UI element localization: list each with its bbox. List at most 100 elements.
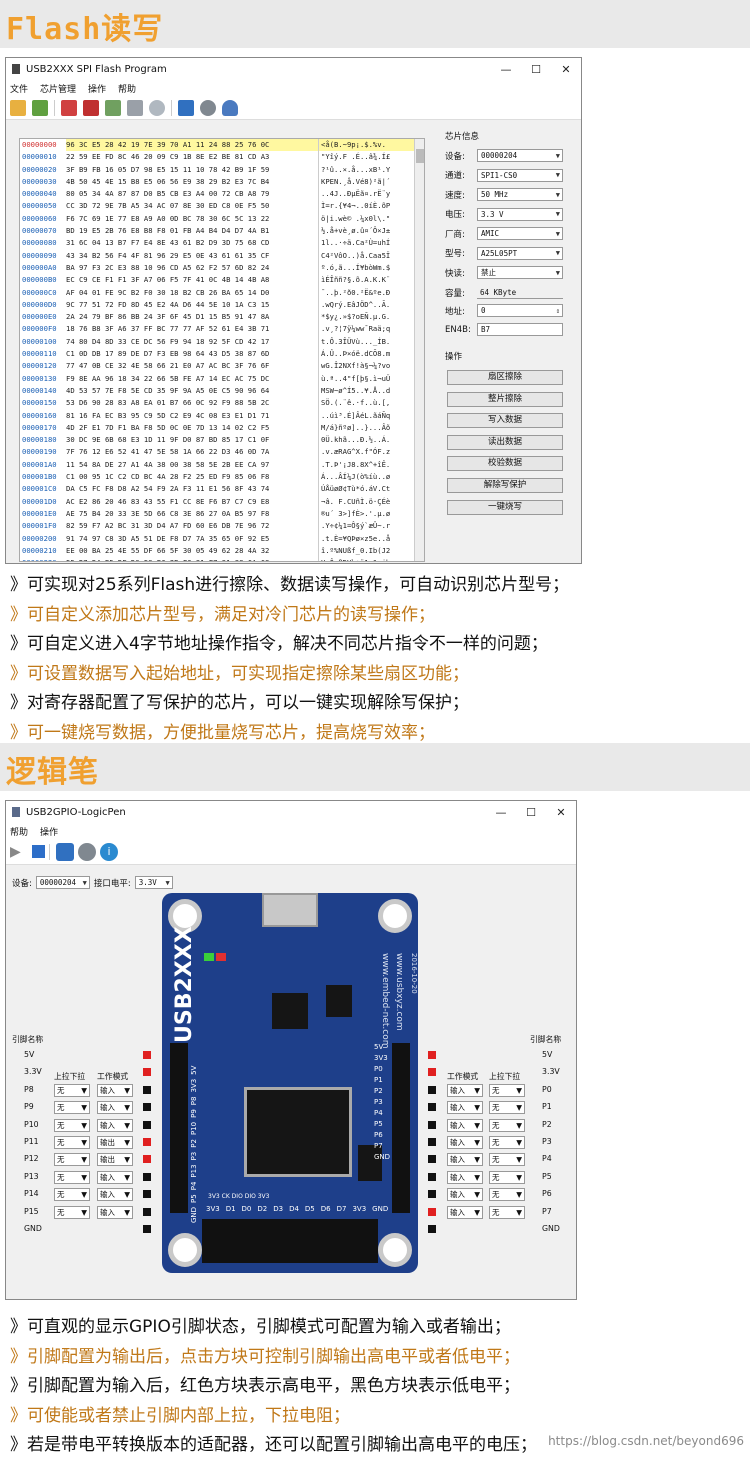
pin-state-square[interactable]	[143, 1207, 151, 1216]
hex-row[interactable]: 00000020 3F B9 FB 16 05 D7 98 E5 15 11 10…	[20, 163, 424, 176]
pin-pull-select[interactable]: 无 ▼	[54, 1205, 94, 1219]
hex-row[interactable]: 00000010 22 59 EE FD 8C 46 20 09 C9 1B 8E…	[20, 151, 424, 164]
pin-mode-select[interactable]: 输入 ▼	[447, 1101, 487, 1115]
pin-state-square[interactable]	[143, 1120, 151, 1129]
hex-row[interactable]: 00000160 81 16 FA EC B3 95 C9 5D C2 E9 4C…	[20, 409, 424, 422]
pin-mode-select[interactable]: 输入 ▼	[447, 1153, 487, 1167]
pin-state-square[interactable]	[428, 1085, 436, 1094]
op-button[interactable]: 解除写保护	[447, 478, 563, 493]
pin-state-square[interactable]	[143, 1155, 151, 1164]
hex-row[interactable]: 000001D0 AC E2 86 20 46 83 43 55 F1 CC 8E…	[20, 495, 424, 508]
hex-row[interactable]: 00000060 F6 7C 69 1E 77 E8 A9 A0 0D BC 78…	[20, 212, 424, 226]
hex-row[interactable]: 00000180 30 DC 9E 6B 68 E3 1D 11 9F D0 87…	[20, 434, 424, 447]
field-select[interactable]: 禁止 ▼	[477, 266, 563, 279]
pin-state-square[interactable]	[143, 1138, 151, 1146]
user-icon[interactable]	[222, 99, 238, 116]
hex-row[interactable]: 00000210 EE 00 BA 25 4E 55 DF 66 5F 30 05…	[20, 544, 424, 558]
pin-mode-select[interactable]: 输入 ▼	[447, 1118, 487, 1132]
pin-pull-select[interactable]: 无 ▼	[54, 1136, 94, 1149]
menu-help[interactable]: 帮助	[118, 82, 136, 95]
close-button[interactable]: ✕	[551, 63, 581, 76]
hex-row[interactable]: 00000090 43 34 B2 56 F4 4F 81 96 29 E5 0E…	[20, 249, 424, 262]
hex-row[interactable]: 00000000 96 3C E5 28 42 19 7E 39 70 A1 11…	[20, 139, 424, 152]
device-select[interactable]: 00000204 ▼	[35, 876, 90, 889]
pin-pull-select[interactable]: 无 ▼	[54, 1188, 94, 1202]
pin-state-square[interactable]	[428, 1172, 436, 1181]
open-folder-icon[interactable]	[10, 99, 26, 116]
read-icon[interactable]	[127, 99, 143, 116]
stop-icon[interactable]	[32, 845, 45, 858]
maximize-button[interactable]: ☐	[521, 63, 551, 76]
hex-view[interactable]: 00000000 96 3C E5 28 42 19 7E 39 70 A1 11…	[19, 138, 425, 562]
play-icon[interactable]: ▶	[10, 843, 28, 861]
scroll-thumb[interactable]	[416, 149, 424, 163]
hex-row[interactable]: 000000D0 9C 77 51 72 FD 8D 45 E2 4A D6 44…	[20, 298, 424, 312]
hex-row[interactable]: 00000100 74 80 D4 8D 33 CE DC 56 F9 94 18…	[20, 335, 424, 349]
hex-row[interactable]: 00000130 F9 8E AA 96 18 34 22 66 5B FE A7…	[20, 372, 424, 385]
hex-row[interactable]: 00000150 53 D6 90 28 83 A8 EA 01 B7 66 0C…	[20, 397, 424, 410]
field-select[interactable]: A25L05PT ▼	[477, 246, 563, 260]
field-select[interactable]: 3.3 V ▼	[477, 207, 563, 221]
settings-gear-icon[interactable]	[78, 842, 96, 861]
hex-row[interactable]: 00000200 91 74 97 C8 3D A5 51 DE F8 D7 7A…	[20, 532, 424, 545]
pin-pull-select[interactable]: 无 ▼	[489, 1136, 529, 1149]
pin-state-square[interactable]	[143, 1051, 151, 1059]
en4b-input[interactable]: B7	[477, 323, 563, 336]
pin-pull-select[interactable]: 无 ▼	[489, 1170, 529, 1184]
verify-search-icon[interactable]	[149, 99, 165, 116]
refresh-icon[interactable]	[56, 842, 74, 861]
hex-row[interactable]: 00000110 C1 0D DB 17 89 DE D7 F3 EB 98 64…	[20, 348, 424, 361]
pin-state-square[interactable]	[143, 1103, 151, 1112]
close-button[interactable]: ✕	[546, 806, 576, 819]
hex-row[interactable]: 00000190 7F 76 12 E6 52 41 47 5E 58 1A 66…	[20, 446, 424, 459]
pin-pull-select[interactable]: 无 ▼	[54, 1153, 94, 1167]
hex-row[interactable]: 000001A0 11 54 8A DE 27 A1 4A 38 00 38 58…	[20, 458, 424, 472]
save-icon[interactable]	[32, 99, 48, 116]
pin-state-square[interactable]	[428, 1120, 436, 1129]
pin-state-square[interactable]	[428, 1051, 436, 1059]
field-select[interactable]: 00000204 ▼	[477, 149, 563, 162]
erase-sector-icon[interactable]	[61, 99, 77, 116]
menu-chip-manage[interactable]: 芯片管理	[40, 82, 76, 95]
field-select[interactable]: SPI1-CS0 ▼	[477, 168, 563, 182]
hex-row[interactable]: 000000F0 18 76 B8 3F A6 37 FF BC 77 77 AF…	[20, 323, 424, 336]
pin-state-square[interactable]	[428, 1103, 436, 1112]
menu-help[interactable]: 帮助	[10, 825, 28, 838]
pin-state-square[interactable]	[143, 1225, 151, 1233]
pin-pull-select[interactable]: 无 ▼	[54, 1101, 94, 1115]
maximize-button[interactable]: ☐	[516, 806, 546, 819]
hex-row[interactable]: 000000E0 2A 24 79 BF 86 BB 24 3F 6F 45 D1…	[20, 311, 424, 324]
pin-state-square[interactable]	[428, 1207, 436, 1216]
pin-pull-select[interactable]: 无 ▼	[54, 1118, 94, 1132]
write-icon[interactable]	[105, 99, 121, 116]
pin-pull-select[interactable]: 无 ▼	[489, 1153, 529, 1167]
hex-row[interactable]: 0000022055 D7 D4 B5 DF D0 59 BC 2B FC 31…	[20, 557, 424, 561]
field-select[interactable]: 50 MHz ▼	[477, 188, 563, 201]
hex-row[interactable]: 000000A0 BA 97 F3 2C E3 88 10 96 CD A5 62…	[20, 261, 424, 275]
hex-row[interactable]: 00000040 80 05 34 4A 87 87 D0 B5 CB E3 A4…	[20, 188, 424, 201]
op-button[interactable]: 整片擦除	[447, 391, 563, 407]
op-button[interactable]: 写入数据	[447, 413, 563, 429]
pin-state-square[interactable]	[143, 1190, 151, 1199]
pin-pull-select[interactable]: 无 ▼	[54, 1083, 94, 1097]
pin-state-square[interactable]	[428, 1138, 436, 1146]
pin-mode-select[interactable]: 输入 ▼	[447, 1083, 487, 1097]
minimize-button[interactable]: —	[486, 806, 516, 819]
op-button[interactable]: 校验数据	[447, 456, 563, 472]
pin-state-square[interactable]	[143, 1085, 151, 1094]
op-button[interactable]: 一键烧写	[447, 499, 563, 515]
pin-mode-select[interactable]: 输入 ▼	[97, 1118, 137, 1132]
menu-operate[interactable]: 操作	[40, 825, 58, 838]
pin-pull-select[interactable]: 无 ▼	[54, 1170, 94, 1184]
pin-state-square[interactable]	[428, 1225, 436, 1233]
hex-row[interactable]: 00000050 CC 3D 72 9E 7B A5 34 AC 07 8E 30…	[20, 200, 424, 213]
level-select[interactable]: 3.3V ▼	[134, 876, 173, 889]
pin-state-square[interactable]	[143, 1068, 151, 1077]
pin-state-square[interactable]	[428, 1155, 436, 1164]
hex-row[interactable]: 000000C0 AF 04 01 FE 9C B2 F0 30 18 B2 CB…	[20, 286, 424, 299]
hex-row[interactable]: 00000140 4D 53 57 7E F8 5E CD 35 9F 9A A5…	[20, 384, 424, 398]
menu-file[interactable]: 文件	[10, 82, 28, 95]
pin-mode-select[interactable]: 输入 ▼	[447, 1170, 487, 1184]
settings-gear-icon[interactable]	[200, 99, 216, 116]
pin-mode-select[interactable]: 输入 ▼	[97, 1101, 137, 1115]
